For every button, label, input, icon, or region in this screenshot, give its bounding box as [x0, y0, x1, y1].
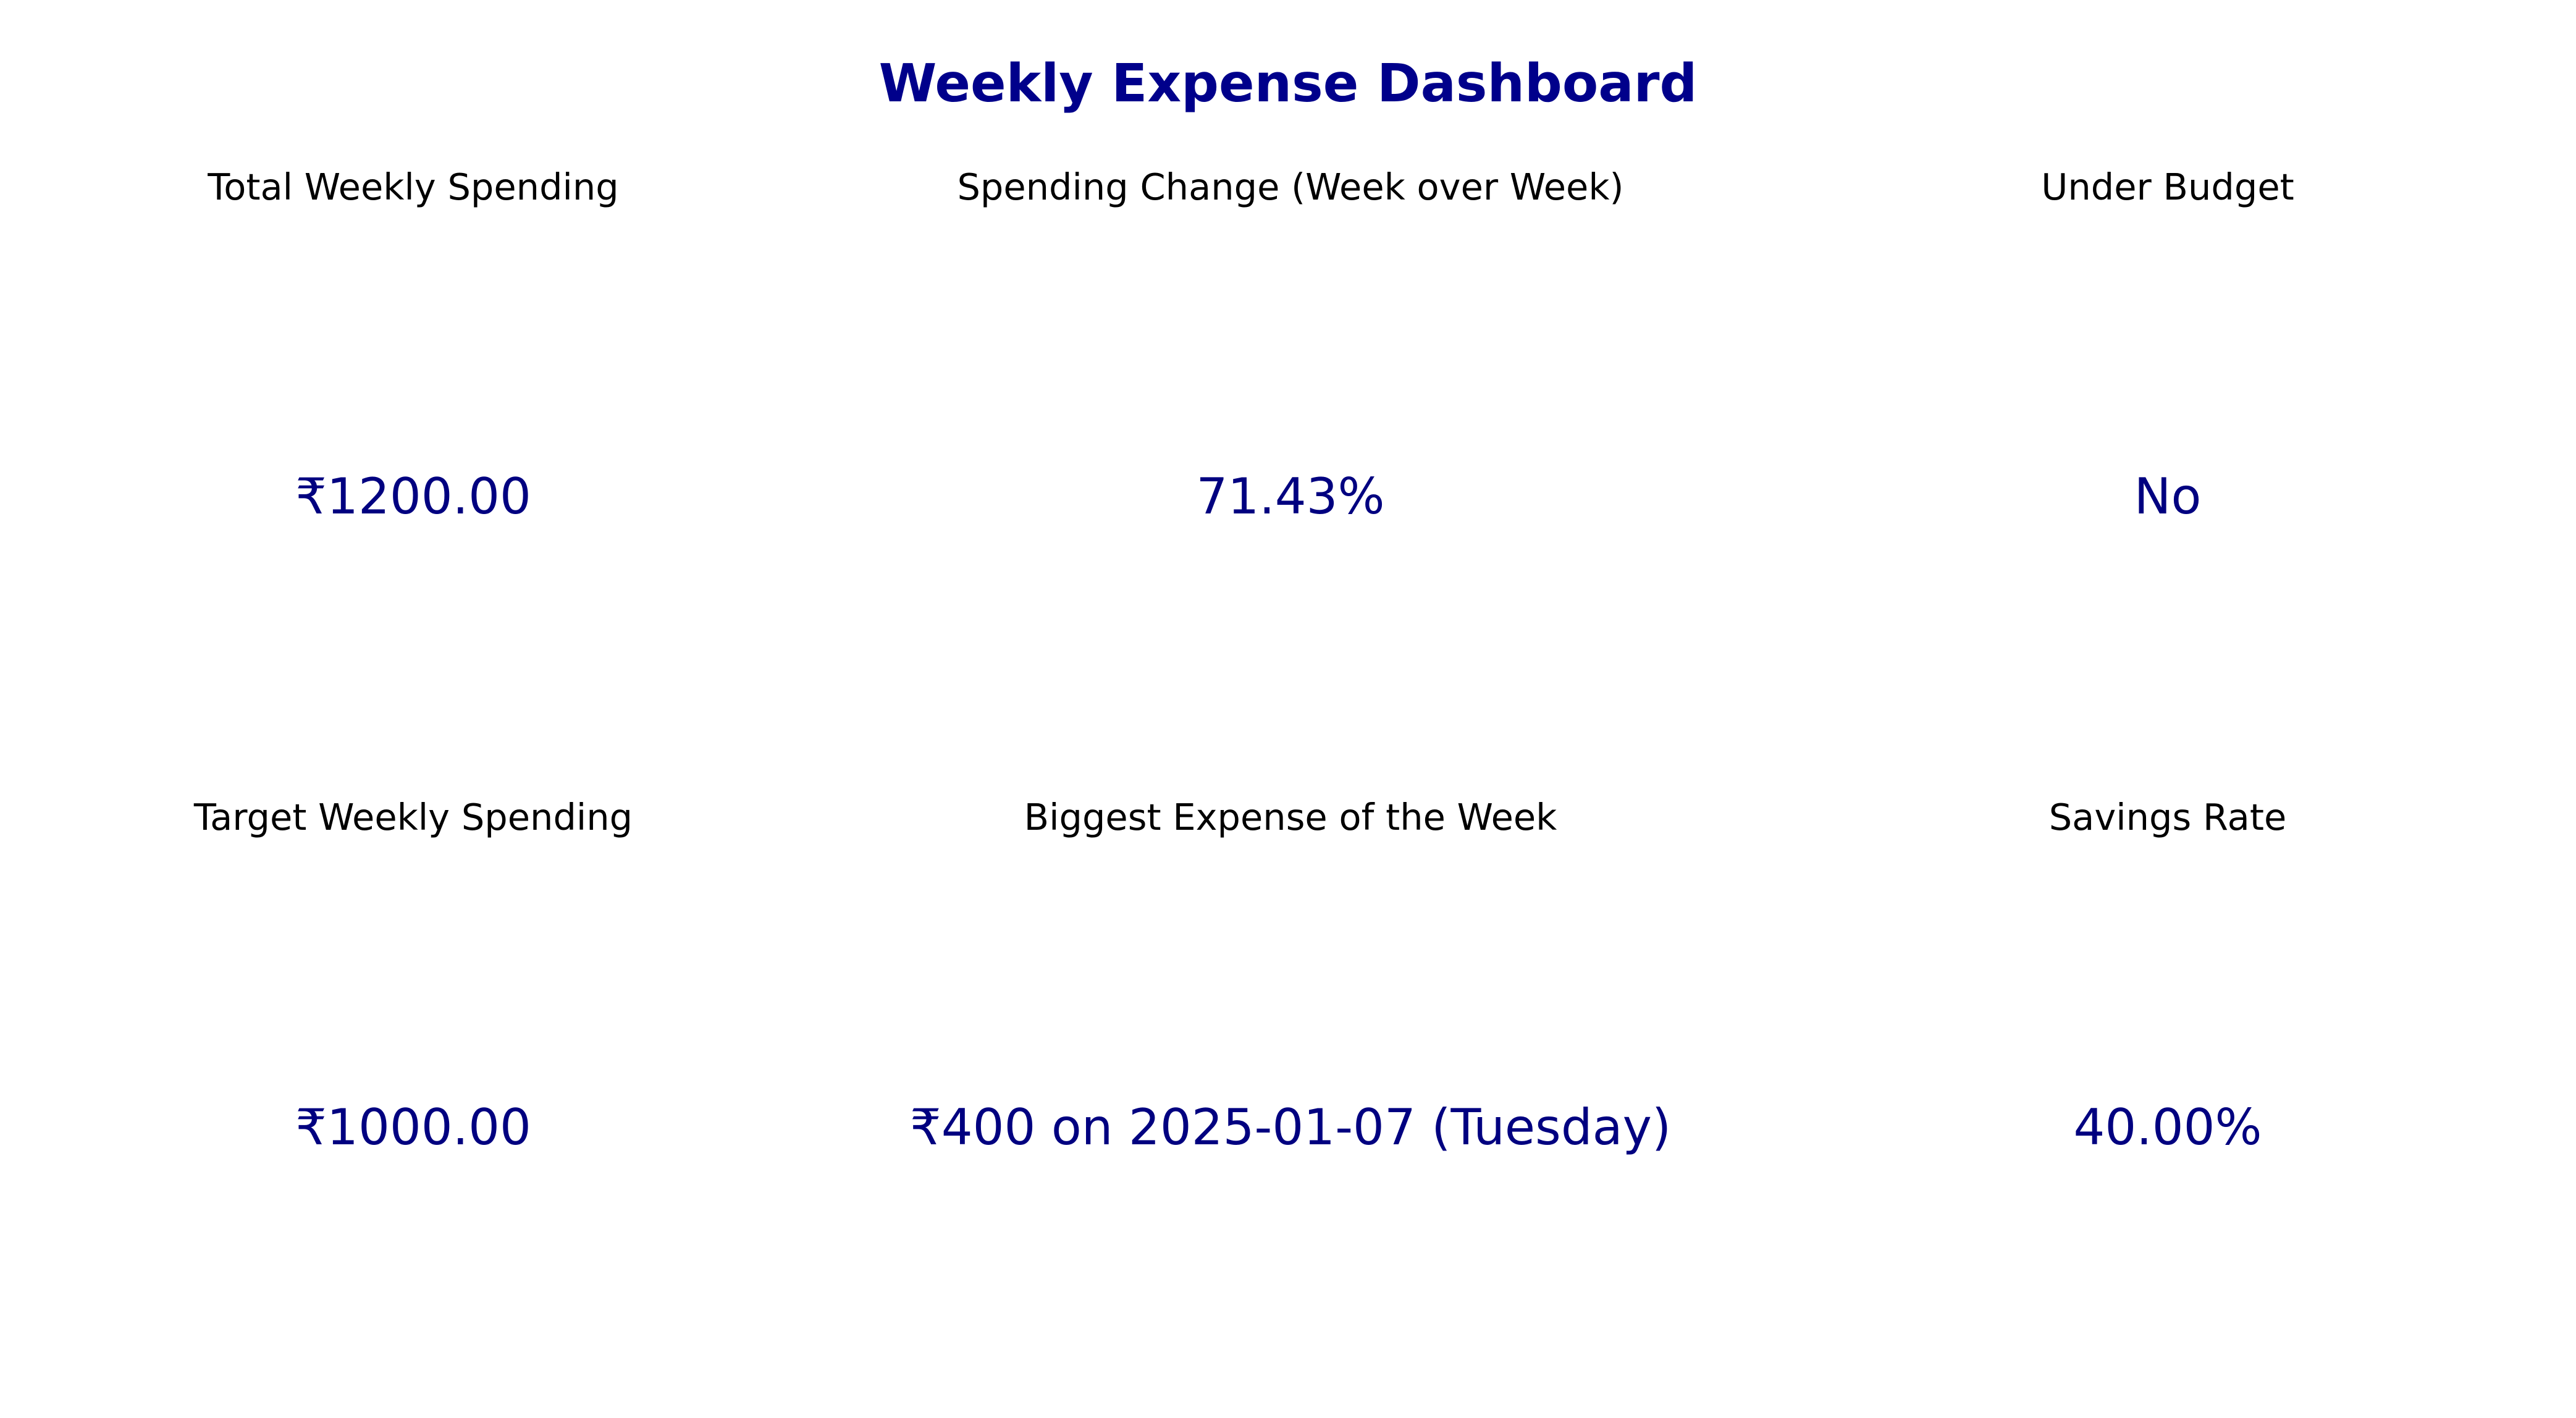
- savings-rate-label: Savings Rate: [2048, 796, 2287, 838]
- target-weekly-spending-value: ₹1000.00: [295, 1099, 531, 1156]
- total-weekly-spending-label: Total Weekly Spending: [208, 166, 619, 208]
- target-weekly-spending-label: Target Weekly Spending: [193, 796, 633, 838]
- total-weekly-spending-value: ₹1200.00: [295, 468, 531, 525]
- spending-change-value: 71.43%: [1196, 468, 1385, 525]
- biggest-expense-label: Biggest Expense of the Week: [1024, 796, 1557, 838]
- spending-change-label: Spending Change (Week over Week): [957, 166, 1624, 208]
- under-budget-value: No: [2134, 468, 2202, 525]
- savings-rate-value: 40.00%: [2073, 1099, 2262, 1156]
- under-budget-label: Under Budget: [2041, 166, 2294, 208]
- biggest-expense-value: ₹400 on 2025-01-07 (Tuesday): [909, 1099, 1672, 1156]
- dashboard-title: Weekly Expense Dashboard: [878, 53, 1698, 114]
